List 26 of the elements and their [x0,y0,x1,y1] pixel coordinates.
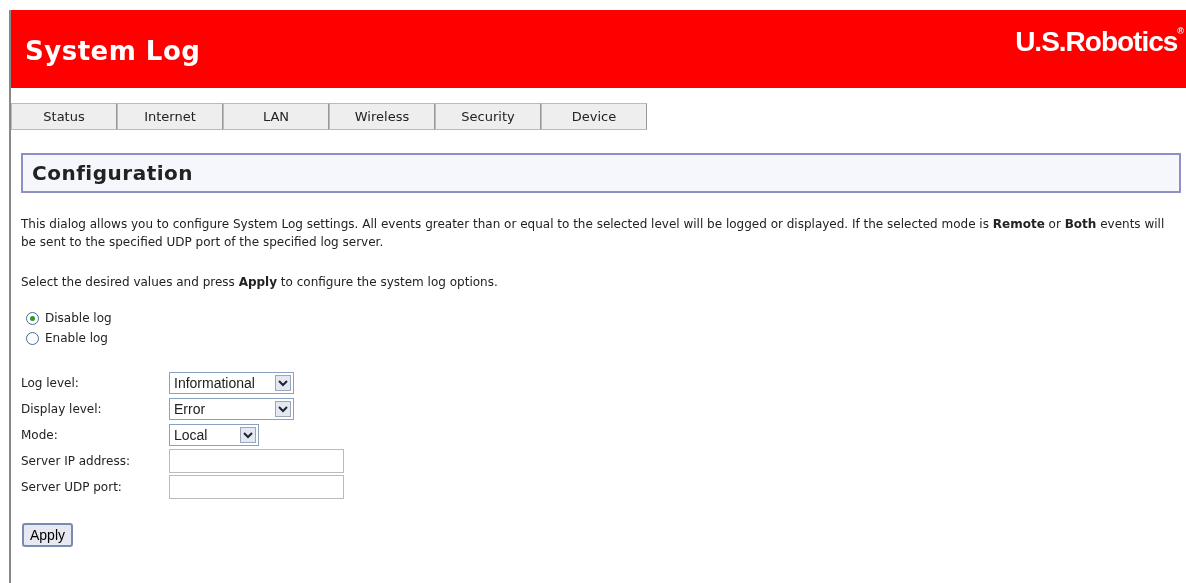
nav-tab[interactable]: Device [541,103,647,130]
instruction-text: Select the desired values and press Apply to configure the system log options. [21,274,499,291]
dropdown[interactable]: Informational [169,372,294,394]
section-title: Configuration [32,161,194,185]
radio-label[interactable]: Disable log [45,311,112,325]
apply-button[interactable]: Apply [22,523,74,547]
dropdown[interactable]: Local [169,424,259,446]
field-label: Display level: [21,402,103,416]
field-label: Mode: [21,428,59,442]
field-label: Log level: [21,376,80,390]
radio-button[interactable] [26,331,39,345]
dropdown[interactable]: Error [169,398,294,420]
field-label: Server IP address: [21,454,131,468]
nav-tab[interactable]: Status [11,103,117,130]
input-field[interactable] [169,475,344,499]
radio-button[interactable] [26,311,39,325]
nav-tab[interactable]: Security [435,103,541,130]
nav-tab[interactable]: Wireless [329,103,435,130]
input-field[interactable] [169,449,344,473]
page-title: System Log [25,36,201,66]
field-label: Server UDP port: [21,480,123,494]
nav-tab[interactable]: LAN [223,103,329,130]
description-text: This dialog allows you to configure System Log settings. All events greater than or equal to the selected level will be logged or displayed. If the selected mode is Remote or Both events will be sent to the specified UDP port of the specified log server. [21,216,1166,251]
nav-tab[interactable]: Internet [117,103,223,130]
radio-label[interactable]: Enable log [45,331,108,345]
brand-logo: U.S.Robotics$^{®}$ [1015,26,1184,58]
